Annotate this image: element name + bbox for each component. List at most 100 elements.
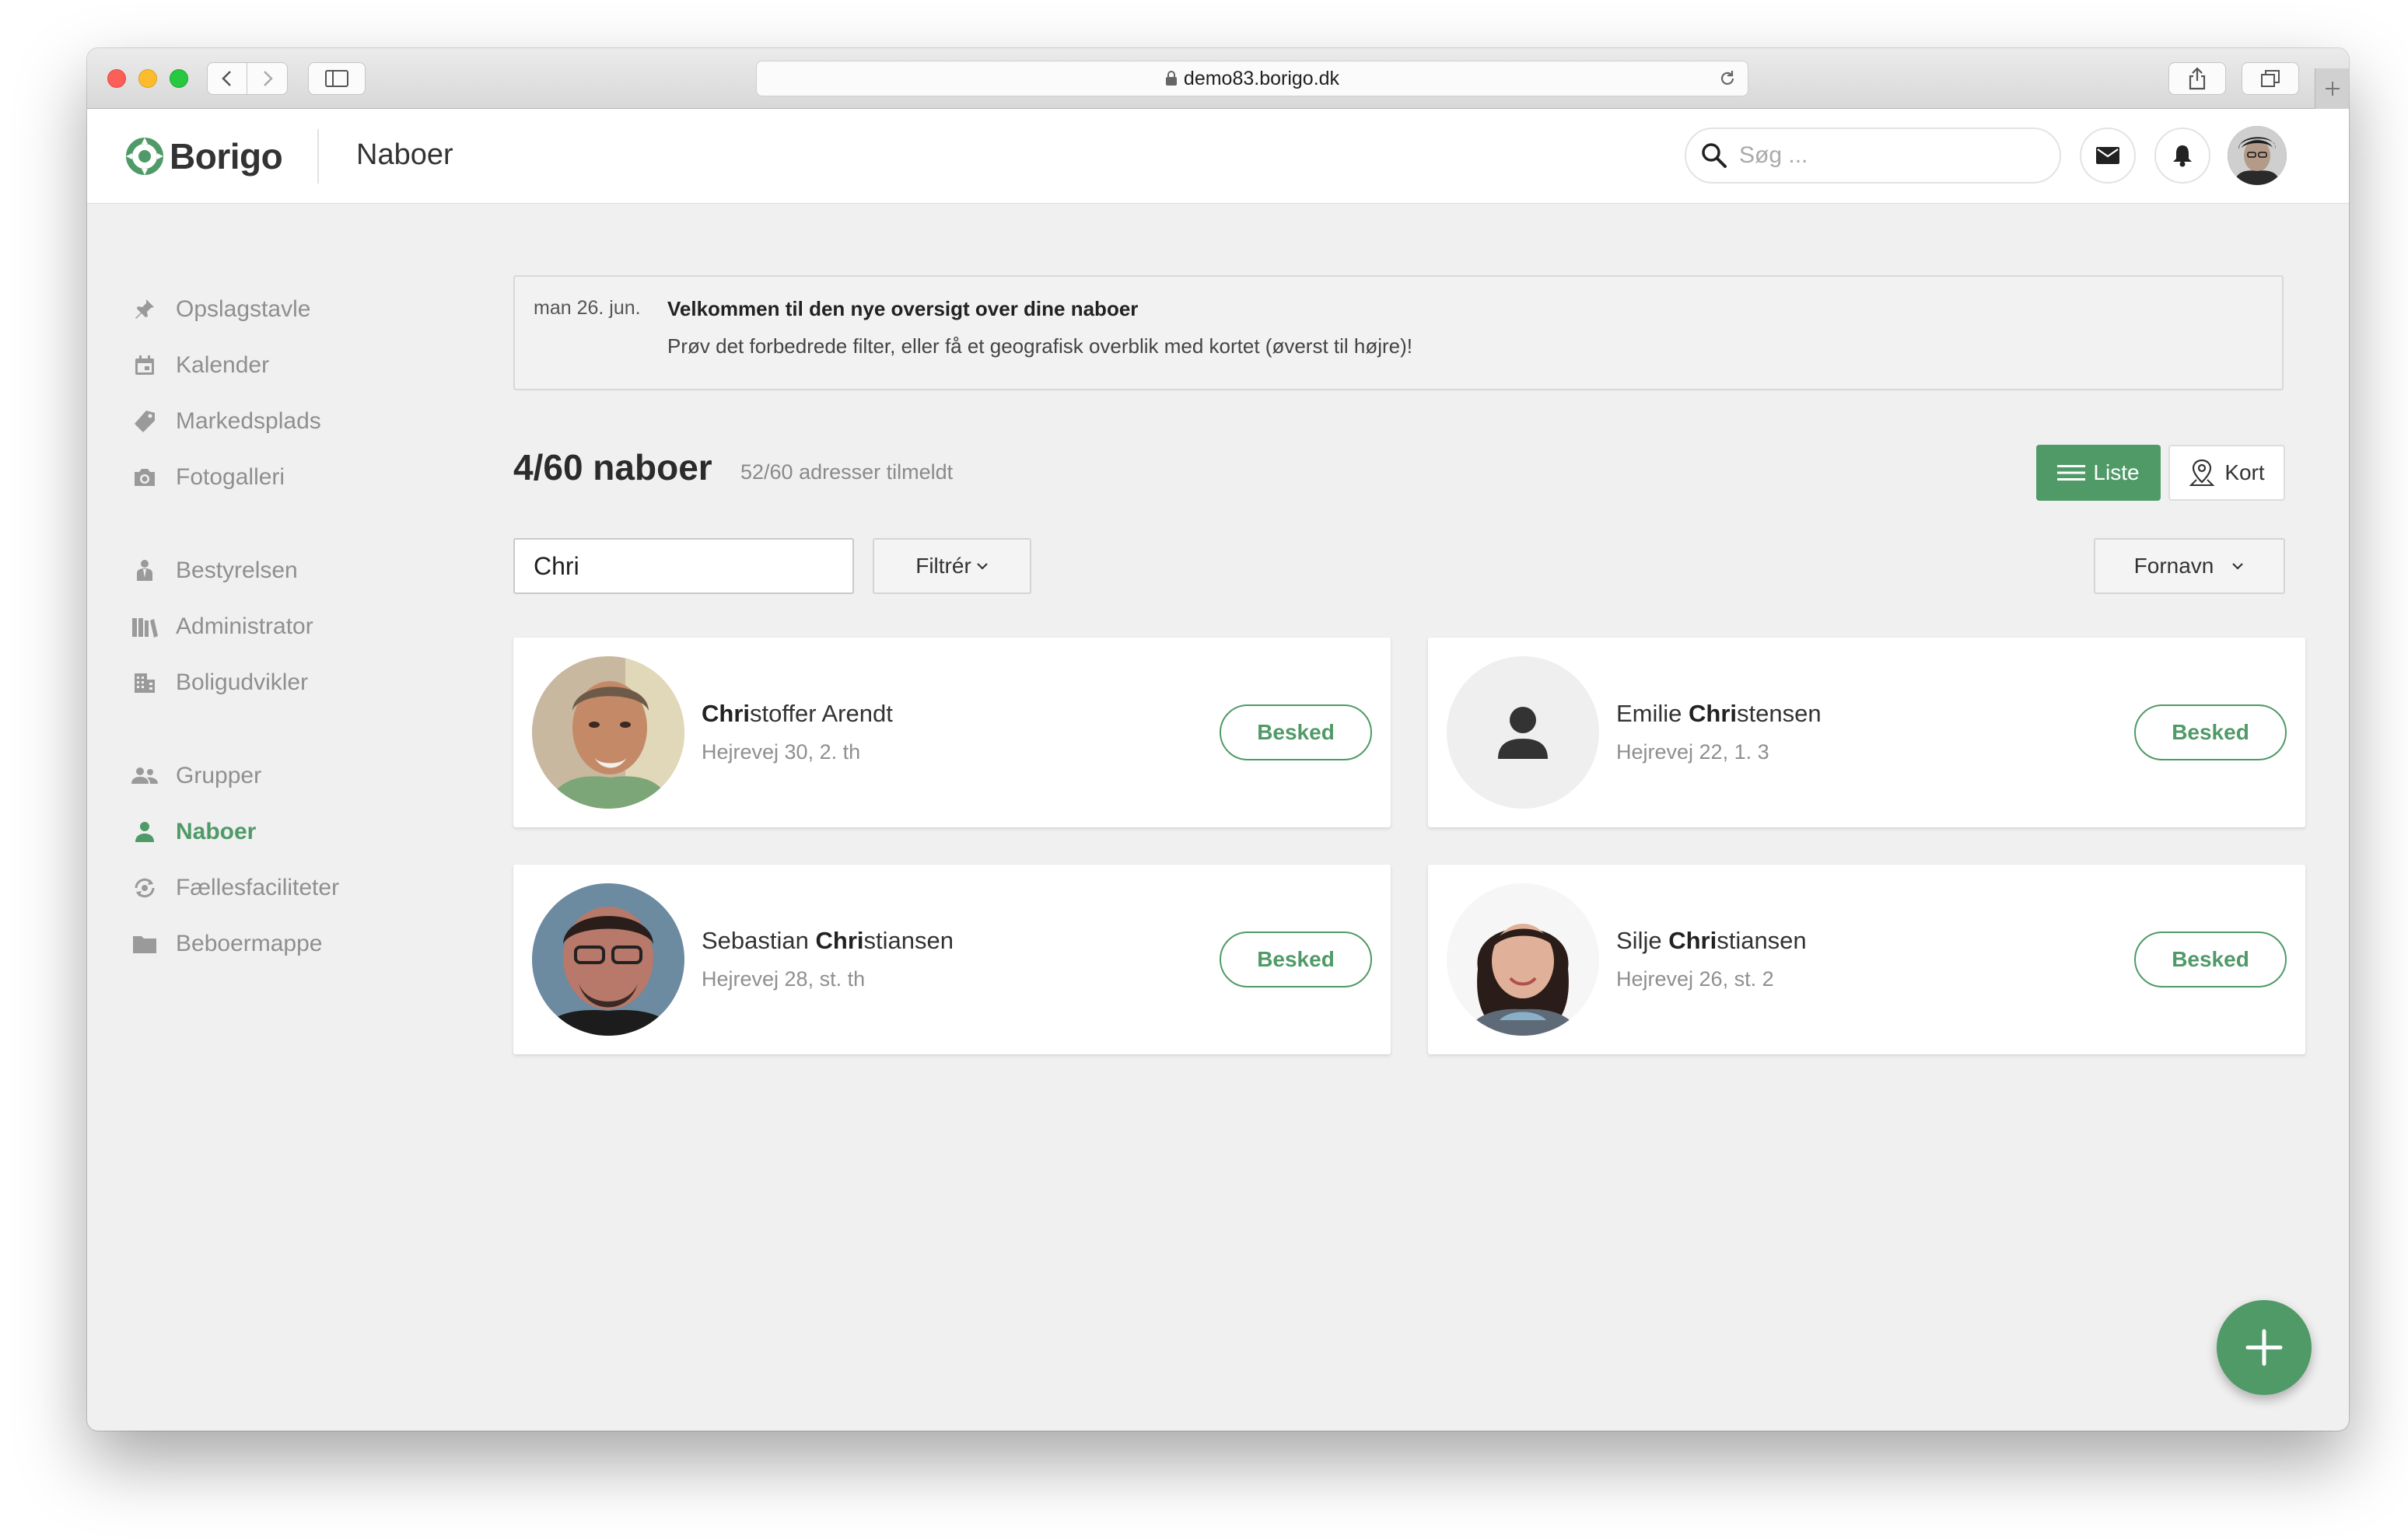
sort-dropdown-button[interactable]: Fornavn	[2094, 538, 2285, 594]
borigo-logo[interactable]: Borigo	[126, 135, 283, 177]
neighbor-avatar[interactable]	[1447, 883, 1599, 1036]
page-title: Naboer	[356, 138, 453, 171]
chevron-down-icon	[2232, 563, 2244, 570]
minimize-window-button[interactable]	[138, 69, 157, 88]
neighbor-address: Hejrevej 26, st. 2	[1616, 967, 1774, 991]
tabs-overview-button[interactable]	[2242, 62, 2299, 95]
search-field[interactable]	[1685, 128, 2061, 184]
sidebar-item-label: Boligudvikler	[176, 669, 309, 695]
announcement-body: Prøv det forbedrede filter, eller få et …	[667, 334, 1413, 358]
sidebar-item-opslagstavle[interactable]: Opslagstavle	[129, 289, 310, 330]
search-icon	[1702, 143, 1727, 168]
message-button[interactable]: Besked	[2134, 932, 2287, 987]
neighbor-name[interactable]: Silje Christiansen	[1616, 927, 1807, 955]
books-icon	[129, 611, 160, 642]
add-button[interactable]	[2217, 1300, 2312, 1395]
sidebar-item-faellesfaciliteter[interactable]: Fællesfaciliteter	[129, 868, 339, 908]
sort-label: Fornavn	[2133, 554, 2214, 578]
sidebar-icon	[325, 70, 348, 87]
messages-button[interactable]	[2080, 128, 2136, 184]
forward-button[interactable]	[247, 62, 288, 95]
borigo-logo-icon	[126, 138, 163, 175]
neighbor-name[interactable]: Emilie Christensen	[1616, 700, 1822, 728]
building-icon	[129, 667, 160, 698]
pin-icon	[129, 294, 160, 325]
browser-window: demo83.borigo.dk Borigo Naboer Søg ... O…	[87, 48, 2349, 1431]
app-header: Borigo Naboer	[87, 109, 2349, 204]
message-button[interactable]: Besked	[1220, 932, 1372, 987]
sidebar-item-label: Kalender	[176, 352, 270, 378]
close-window-button[interactable]	[107, 69, 126, 88]
default-avatar[interactable]	[1447, 656, 1599, 809]
chevron-left-icon	[222, 71, 231, 86]
sidebar-toggle-button[interactable]	[308, 62, 366, 95]
sidebar-item-label: Naboer	[176, 819, 257, 844]
neighbor-card: Silje Christiansen Hejrevej 26, st. 2 Be…	[1428, 865, 2305, 1054]
address-bar[interactable]: demo83.borigo.dk	[756, 61, 1748, 96]
reload-icon[interactable]	[1718, 69, 1737, 93]
search-input[interactable]	[1739, 142, 2035, 169]
camera-icon	[129, 462, 160, 493]
sidebar-item-kalender[interactable]: Kalender	[129, 345, 269, 386]
sidebar-item-label: Fællesfaciliteter	[176, 875, 340, 900]
maximize-window-button[interactable]	[170, 69, 188, 88]
announcement-date: man 26. jun.	[534, 297, 641, 319]
message-button[interactable]: Besked	[1220, 704, 1372, 760]
sidebar-item-bestyrelsen[interactable]: Bestyrelsen	[129, 551, 298, 591]
address-count: 52/60 adresser tilmeldt	[740, 460, 954, 484]
browser-titlebar: demo83.borigo.dk	[87, 48, 2349, 109]
url-text: demo83.borigo.dk	[1183, 67, 1340, 89]
neighbor-name[interactable]: Sebastian Christiansen	[702, 927, 954, 955]
share-icon	[2189, 67, 2206, 90]
notifications-button[interactable]	[2154, 128, 2210, 184]
sidebar-item-boligudvikler[interactable]: Boligudvikler	[129, 662, 308, 703]
user-avatar[interactable]	[2228, 126, 2287, 185]
sidebar-item-label: Beboermappe	[176, 931, 323, 956]
announcement-title: Velkommen til den nye oversigt over dine…	[667, 297, 1139, 320]
sidebar-item-label: Bestyrelsen	[176, 558, 298, 583]
chevron-right-icon	[263, 71, 273, 86]
header-divider	[317, 129, 319, 184]
neighbor-card: Christoffer Arendt Hejrevej 30, 2. th Be…	[513, 638, 1391, 827]
brand-name: Borigo	[170, 136, 283, 177]
map-view-label: Kort	[2224, 460, 2265, 484]
envelope-icon	[2096, 147, 2119, 164]
tabs-icon	[2261, 70, 2280, 87]
board-icon	[129, 555, 160, 586]
sidebar-item-markedsplads[interactable]: Markedsplads	[129, 401, 321, 442]
sidebar-item-naboer[interactable]: Naboer	[129, 812, 256, 852]
list-icon	[2057, 465, 2086, 481]
calendar-icon	[129, 350, 160, 381]
neighbor-card: Emilie Christensen Hejrevej 22, 1. 3 Bes…	[1428, 638, 2305, 827]
map-view-button[interactable]: Kort	[2168, 445, 2285, 501]
sidebar-item-fotogalleri[interactable]: Fotogalleri	[129, 457, 285, 498]
message-button[interactable]: Besked	[2134, 704, 2287, 760]
person-icon	[1498, 707, 1548, 759]
sidebar-item-beboermappe[interactable]: Beboermappe	[129, 924, 322, 964]
name-filter-input[interactable]	[513, 538, 854, 594]
announcement-banner: man 26. jun. Velkommen til den nye overs…	[513, 275, 2284, 390]
neighbor-address: Hejrevej 28, st. th	[702, 967, 866, 991]
neighbor-address: Hejrevej 30, 2. th	[702, 740, 861, 764]
sidebar-item-administrator[interactable]: Administrator	[129, 606, 313, 647]
sidebar-item-label: Markedsplads	[176, 408, 321, 434]
share-button[interactable]	[2168, 62, 2226, 95]
tag-icon	[129, 406, 160, 437]
sidebar-item-grupper[interactable]: Grupper	[129, 756, 261, 796]
bell-icon	[2173, 145, 2192, 167]
list-view-label: Liste	[2093, 460, 2140, 484]
neighbor-card: Sebastian Christiansen Hejrevej 28, st. …	[513, 865, 1391, 1054]
back-button[interactable]	[207, 62, 247, 95]
neighbor-avatar[interactable]	[532, 883, 684, 1036]
sidebar-item-label: Opslagstavle	[176, 296, 311, 322]
person-icon	[129, 816, 160, 848]
group-icon	[129, 760, 160, 792]
neighbor-name[interactable]: Christoffer Arendt	[702, 700, 893, 728]
list-view-button[interactable]: Liste	[2036, 445, 2161, 501]
facilities-icon	[129, 872, 160, 904]
neighbor-address: Hejrevej 22, 1. 3	[1616, 740, 1769, 764]
filter-dropdown-button[interactable]: Filtrér	[873, 538, 1031, 594]
neighbor-avatar[interactable]	[532, 656, 684, 809]
new-tab-button[interactable]	[2315, 68, 2349, 109]
map-pin-icon	[2189, 459, 2215, 486]
